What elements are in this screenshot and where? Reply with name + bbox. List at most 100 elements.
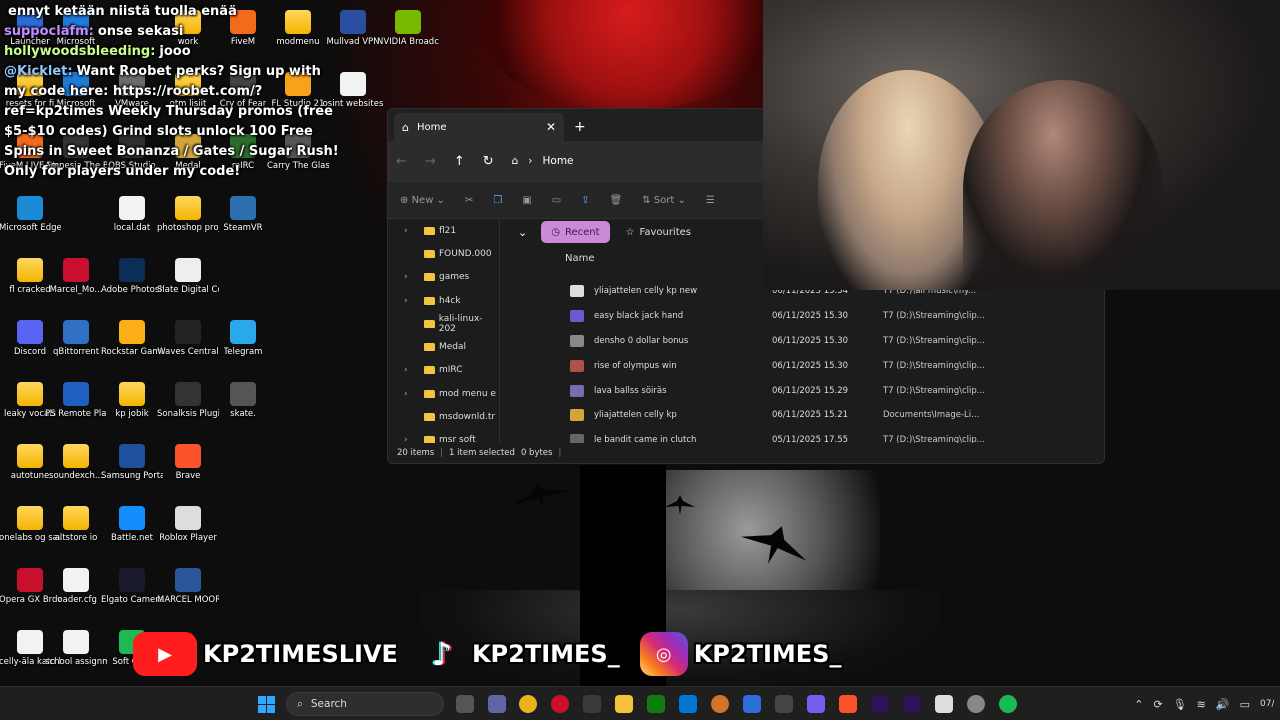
recent-pill[interactable]: ◷ Recent <box>541 221 610 243</box>
view-icon[interactable]: ☰ <box>706 195 715 206</box>
sync-icon[interactable]: ⟳ <box>1153 698 1162 711</box>
app-icon[interactable] <box>935 695 953 713</box>
obs-icon[interactable] <box>967 695 985 713</box>
desktop-icon[interactable]: Microsoft Edge <box>0 196 61 233</box>
favourites-pill[interactable]: ☆ Favourites <box>616 221 701 243</box>
brave-icon[interactable] <box>839 695 857 713</box>
taskbar-search[interactable]: ⌕ Search <box>286 692 444 716</box>
nav-folder-item[interactable]: ›Medal <box>388 335 499 358</box>
folder-icon <box>119 382 145 406</box>
desktop-icon[interactable]: Adobe Photosh... <box>101 258 163 295</box>
desktop-icon[interactable]: Marcel_Mo... <box>48 258 104 295</box>
chevron-right-icon: › <box>528 155 533 167</box>
desktop-icon[interactable]: MARCEL MOORE_04... <box>157 568 219 605</box>
copy-icon[interactable]: ❐ <box>493 195 502 206</box>
desktop-icon[interactable]: loader.cfg <box>48 568 104 605</box>
desktop-icon[interactable]: skate. <box>215 382 271 419</box>
firefox-icon[interactable] <box>711 695 729 713</box>
windows-start-icon[interactable] <box>258 696 275 713</box>
battery-icon[interactable]: ▭ <box>1240 698 1250 711</box>
copilot-icon[interactable] <box>807 695 825 713</box>
desktop-icon[interactable]: Battle.net <box>104 506 160 543</box>
desktop-icon[interactable]: altstore io <box>48 506 104 543</box>
app-icon <box>63 382 89 406</box>
column-header-name[interactable]: Name <box>565 253 595 264</box>
nav-folder-item[interactable]: ›kali-linux-202 <box>388 312 499 335</box>
breadcrumb-home[interactable]: Home <box>543 155 574 167</box>
desktop-icon[interactable]: local.dat <box>104 196 160 233</box>
cut-icon[interactable]: ✂ <box>465 195 473 206</box>
desktop-icon[interactable]: Rockstar Games ... <box>101 320 163 357</box>
close-tab-icon[interactable]: ✕ <box>546 120 556 134</box>
share-icon[interactable]: ⇪ <box>581 195 589 206</box>
file-row[interactable]: densho 0 dollar bonus 06/11/2025 15.30 T7 … <box>560 329 1104 354</box>
nav-folder-item[interactable]: › games <box>388 266 499 289</box>
desktop-icon[interactable]: NVIDIA Broadcast <box>377 10 439 47</box>
tab-home[interactable]: ⌂ Home ✕ <box>394 113 564 141</box>
desktop-icon[interactable]: Slate Digital Connect <box>157 258 219 295</box>
premiere-icon[interactable] <box>903 695 921 713</box>
delete-icon[interactable]: 🗑 <box>610 195 623 206</box>
rename-icon[interactable]: ▭ <box>552 195 561 206</box>
chat-message: hollywoodsbleeding: jooo <box>4 44 191 59</box>
back-arrow-icon[interactable]: ← <box>396 154 407 169</box>
desktop-icon[interactable]: Sonalksis Plugin ... <box>157 382 219 419</box>
after-effects-icon[interactable] <box>871 695 889 713</box>
nav-folder-item[interactable]: › mod menu e <box>388 382 499 405</box>
chevron-right-icon[interactable]: › <box>404 272 418 282</box>
desktop-icon[interactable]: school assignme... <box>45 630 107 667</box>
desktop-icon[interactable]: Samsung Portable S... <box>101 444 163 481</box>
file-explorer-icon[interactable] <box>615 695 633 713</box>
desktop-icon[interactable]: Waves Central <box>157 320 219 357</box>
desktop-icon[interactable]: photoshop projects <box>157 196 219 233</box>
app-icon[interactable] <box>583 695 601 713</box>
file-row[interactable]: rise of olympus win 06/11/2025 15.30 T7 (D… <box>560 353 1104 378</box>
new-tab-button[interactable]: + <box>574 119 586 135</box>
paste-icon[interactable]: ▣ <box>522 195 531 206</box>
clock[interactable]: 07/11 <box>1260 699 1274 710</box>
desktop-icon[interactable]: soundexch... <box>48 444 104 481</box>
chrome-icon[interactable] <box>519 695 537 713</box>
desktop-icon[interactable]: Telegram <box>215 320 271 357</box>
desktop-icon[interactable]: Brave <box>160 444 216 481</box>
file-row[interactable]: easy black jack hand 06/11/2025 15.30 T7 (… <box>560 304 1104 329</box>
chevron-down-icon[interactable]: ⌄ <box>518 226 527 239</box>
up-arrow-icon[interactable]: ↑ <box>454 154 465 169</box>
outlook-icon[interactable] <box>679 695 697 713</box>
whiteboard-icon[interactable] <box>743 695 761 713</box>
desktop-icon[interactable]: SteamVR <box>215 196 271 233</box>
chevron-up-icon[interactable]: ⌃ <box>1134 698 1143 711</box>
wifi-icon[interactable]: ≋ <box>1197 698 1206 711</box>
task-view-icon[interactable] <box>456 695 474 713</box>
forward-arrow-icon[interactable]: → <box>425 154 436 169</box>
teams-icon[interactable] <box>488 695 506 713</box>
file-row[interactable]: lava ballss söiräs 06/11/2025 15.29 T7 (D:… <box>560 378 1104 403</box>
xbox-icon[interactable] <box>647 695 665 713</box>
app-icon[interactable] <box>775 695 793 713</box>
new-button[interactable]: ⊕ New ⌄ <box>400 195 445 206</box>
chevron-right-icon[interactable]: › <box>404 389 418 399</box>
refresh-icon[interactable]: ↻ <box>483 154 494 169</box>
app-icon <box>119 506 145 530</box>
nav-folder-item[interactable]: › fl21 <box>388 219 499 242</box>
desktop-icon[interactable]: kp jobik <box>104 382 160 419</box>
chevron-right-icon[interactable]: › <box>404 365 418 375</box>
desktop-icon[interactable]: qBittorrent <box>48 320 104 357</box>
file-row[interactable]: yliajattelen celly kp 06/11/2025 15.21 Doc… <box>560 403 1104 428</box>
volume-icon[interactable]: 🔊 <box>1216 698 1230 711</box>
desktop-icon[interactable]: Elgato Camera Hub <box>101 568 163 605</box>
desktop-icon[interactable]: Roblox Player <box>159 506 217 543</box>
nav-folder-item[interactable]: ›FOUND.000 <box>388 242 499 265</box>
nav-folder-item[interactable]: › h4ck <box>388 289 499 312</box>
microphone-icon[interactable]: 🎙 <box>1173 698 1187 711</box>
desktop-icon[interactable]: PS Remote Play <box>45 382 107 419</box>
nav-folder-item[interactable]: ›msdownld.tr <box>388 405 499 428</box>
chevron-right-icon[interactable]: › <box>404 296 418 306</box>
opera-gx-icon[interactable] <box>551 695 569 713</box>
address-bar[interactable]: ⌂ › Home <box>512 155 574 167</box>
app-icon <box>17 196 43 220</box>
sort-button[interactable]: ⇅ Sort ⌄ <box>642 195 686 206</box>
chevron-right-icon[interactable]: › <box>404 226 418 236</box>
nav-folder-item[interactable]: › mIRC <box>388 359 499 382</box>
spotify-icon[interactable] <box>999 695 1017 713</box>
